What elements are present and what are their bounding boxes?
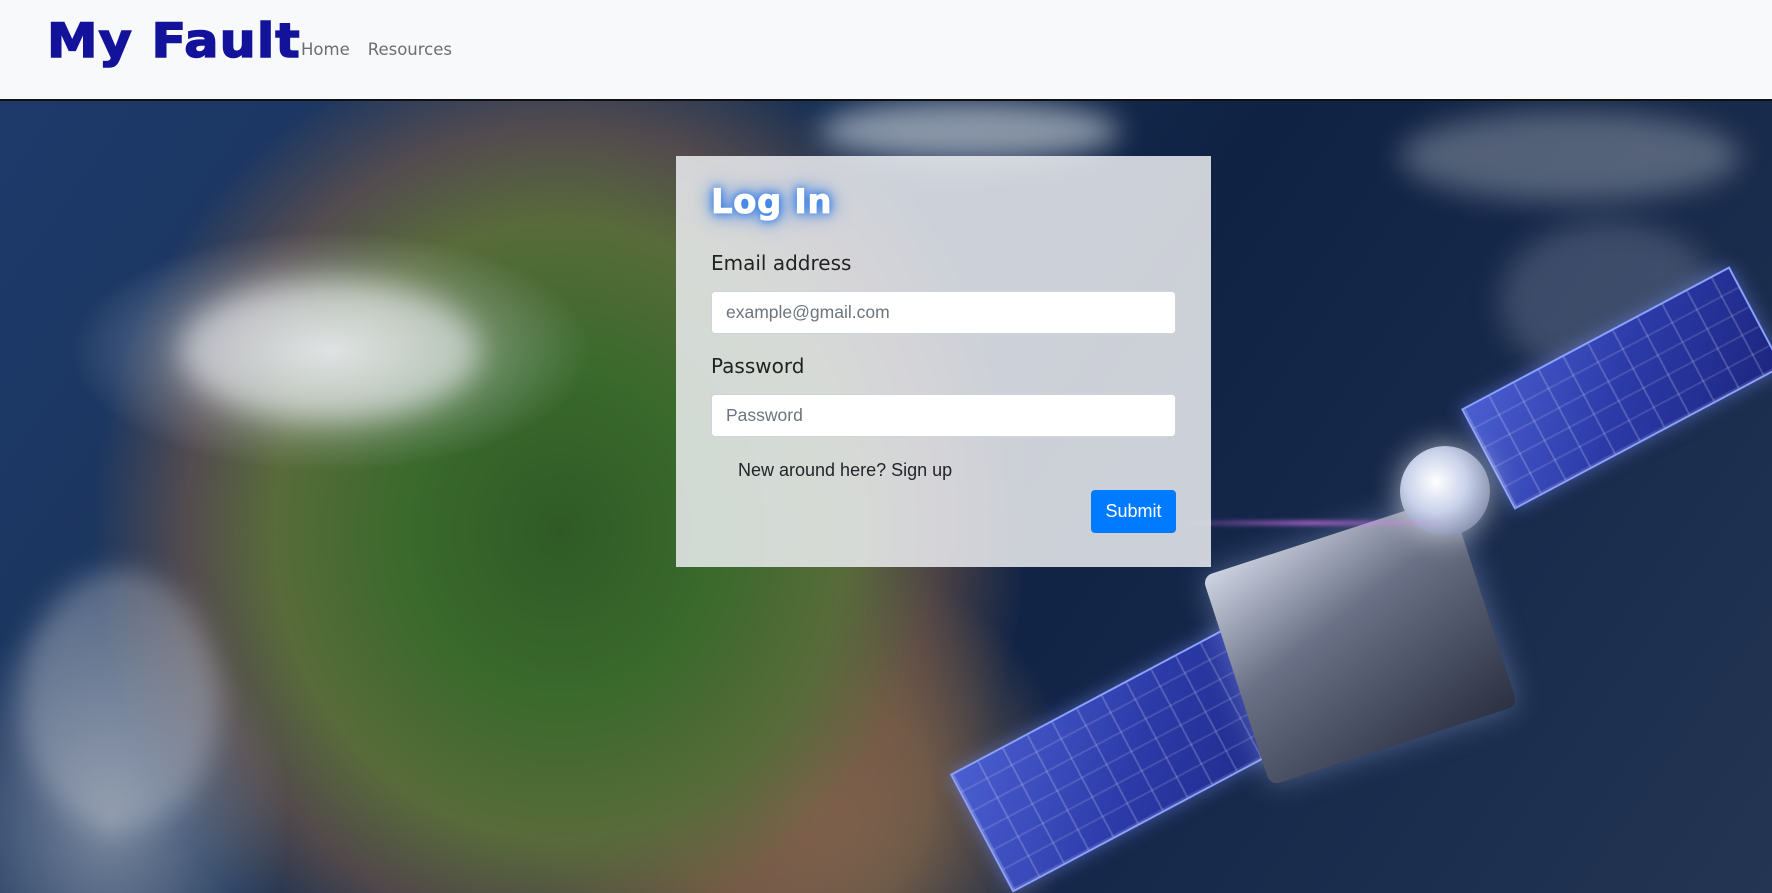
cloud-decoration — [1400, 111, 1740, 201]
login-title: Log In — [711, 182, 833, 223]
nav-link-home[interactable]: Home — [301, 40, 350, 59]
password-label: Password — [711, 354, 805, 378]
password-input[interactable] — [711, 394, 1176, 437]
login-card: Log In Email address Password New around… — [676, 156, 1211, 567]
brand-logo[interactable]: My Fault — [46, 17, 301, 66]
cloud-decoration — [180, 281, 480, 421]
signup-link[interactable]: New around here? Sign up — [738, 460, 952, 481]
cloud-decoration — [20, 571, 220, 831]
cloud-decoration — [820, 101, 1120, 161]
nav-links: Home Resources — [301, 40, 452, 59]
email-input[interactable] — [711, 291, 1176, 334]
nav-link-resources[interactable]: Resources — [368, 40, 452, 59]
submit-button[interactable]: Submit — [1091, 490, 1176, 533]
email-label: Email address — [711, 251, 852, 275]
top-navbar: My Fault Home Resources — [0, 0, 1772, 101]
